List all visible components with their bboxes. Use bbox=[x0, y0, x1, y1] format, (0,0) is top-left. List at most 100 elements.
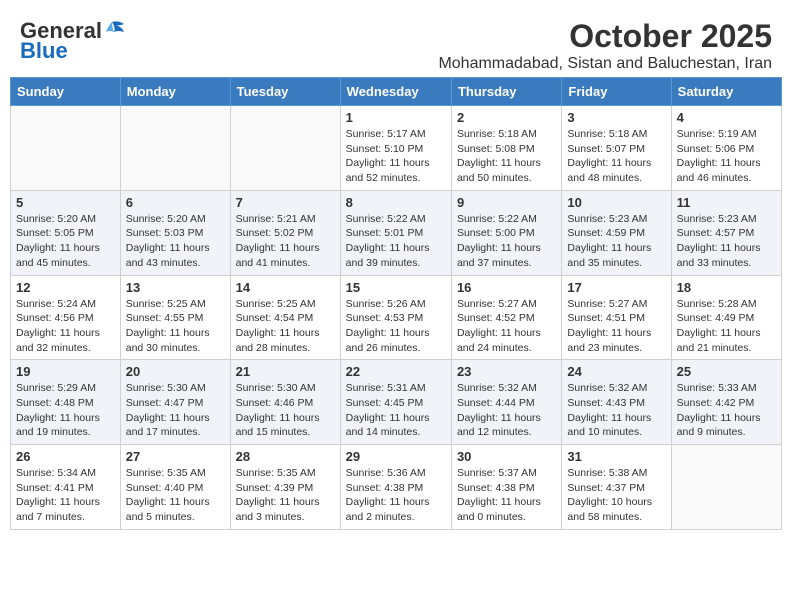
day-number-22: 22 bbox=[346, 364, 446, 379]
day-number-9: 9 bbox=[457, 195, 556, 210]
day-cell-31: 31 Sunrise: 5:38 AM Sunset: 4:37 PM Dayli… bbox=[562, 445, 671, 530]
day-cell-8: 8 Sunrise: 5:22 AM Sunset: 5:01 PM Daylig… bbox=[340, 190, 451, 275]
week-row-2: 5 Sunrise: 5:20 AM Sunset: 5:05 PM Daylig… bbox=[11, 190, 782, 275]
day-cell-21: 21Sunrise: 5:30 AM Sunset: 4:46 PM Dayli… bbox=[230, 360, 340, 445]
day-cell-18: 18 Sunrise: 5:28 AM Sunset: 4:49 PM Dayli… bbox=[671, 275, 781, 360]
day-info-3: Sunrise: 5:18 AM Sunset: 5:07 PM Dayligh… bbox=[567, 127, 665, 186]
day-info-10: Sunrise: 5:23 AM Sunset: 4:59 PM Dayligh… bbox=[567, 212, 665, 271]
day-cell-10: 10 Sunrise: 5:23 AM Sunset: 4:59 PM Dayli… bbox=[562, 190, 671, 275]
day-info-14: Sunrise: 5:25 AM Sunset: 4:54 PM Dayligh… bbox=[236, 297, 335, 356]
day-cell-28: 28 Sunrise: 5:35 AM Sunset: 4:39 PM Dayli… bbox=[230, 445, 340, 530]
day-cell-11: 11 Sunrise: 5:23 AM Sunset: 4:57 PM Dayli… bbox=[671, 190, 781, 275]
day-info-28: Sunrise: 5:35 AM Sunset: 4:39 PM Dayligh… bbox=[236, 466, 335, 525]
empty-cell bbox=[11, 106, 121, 191]
day-cell-22: 22 Sunrise: 5:31 AM Sunset: 4:45 PM Dayli… bbox=[340, 360, 451, 445]
day-cell-14: 14 Sunrise: 5:25 AM Sunset: 4:54 PM Dayli… bbox=[230, 275, 340, 360]
day-cell-24: 24 Sunrise: 5:32 AM Sunset: 4:43 PM Dayli… bbox=[562, 360, 671, 445]
weekday-header-tuesday: Tuesday bbox=[230, 78, 340, 106]
day-info-26: Sunrise: 5:34 AM Sunset: 4:41 PM Dayligh… bbox=[16, 466, 115, 525]
day-info-5: Sunrise: 5:20 AM Sunset: 5:05 PM Dayligh… bbox=[16, 212, 115, 271]
day-number-11: 11 bbox=[677, 195, 776, 210]
calendar-table: SundayMondayTuesdayWednesdayThursdayFrid… bbox=[10, 77, 782, 530]
day-cell-16: 16 Sunrise: 5:27 AM Sunset: 4:52 PM Dayli… bbox=[451, 275, 561, 360]
day-info-20: Sunrise: 5:30 AM Sunset: 4:47 PM Dayligh… bbox=[126, 381, 225, 440]
day-number-16: 16 bbox=[457, 280, 556, 295]
day-number-1: 1 bbox=[346, 110, 446, 125]
empty-cell bbox=[120, 106, 230, 191]
month-title: October 2025 bbox=[438, 18, 772, 55]
day-number-20: 20 bbox=[126, 364, 225, 379]
day-number-4: 4 bbox=[677, 110, 776, 125]
day-info-16: Sunrise: 5:27 AM Sunset: 4:52 PM Dayligh… bbox=[457, 297, 556, 356]
day-cell-25: 25 Sunrise: 5:33 AM Sunset: 4:42 PM Dayli… bbox=[671, 360, 781, 445]
day-info-12: Sunrise: 5:24 AM Sunset: 4:56 PM Dayligh… bbox=[16, 297, 115, 356]
weekday-header-thursday: Thursday bbox=[451, 78, 561, 106]
day-info-23: Sunrise: 5:32 AM Sunset: 4:44 PM Dayligh… bbox=[457, 381, 556, 440]
day-number-31: 31 bbox=[567, 449, 665, 464]
day-cell-12: 12 Sunrise: 5:24 AM Sunset: 4:56 PM Dayli… bbox=[11, 275, 121, 360]
day-number-25: 25 bbox=[677, 364, 776, 379]
day-info-22: Sunrise: 5:31 AM Sunset: 4:45 PM Dayligh… bbox=[346, 381, 446, 440]
day-cell-9: 9Sunrise: 5:22 AM Sunset: 5:00 PM Daylig… bbox=[451, 190, 561, 275]
week-row-4: 19 Sunrise: 5:29 AM Sunset: 4:48 PM Dayli… bbox=[11, 360, 782, 445]
day-number-14: 14 bbox=[236, 280, 335, 295]
weekday-header-saturday: Saturday bbox=[671, 78, 781, 106]
day-cell-15: 15 Sunrise: 5:26 AM Sunset: 4:53 PM Dayli… bbox=[340, 275, 451, 360]
day-cell-2: 2 Sunrise: 5:18 AM Sunset: 5:08 PM Daylig… bbox=[451, 106, 561, 191]
day-info-7: Sunrise: 5:21 AM Sunset: 5:02 PM Dayligh… bbox=[236, 212, 335, 271]
day-number-28: 28 bbox=[236, 449, 335, 464]
weekday-header-wednesday: Wednesday bbox=[340, 78, 451, 106]
empty-cell bbox=[230, 106, 340, 191]
day-cell-5: 5 Sunrise: 5:20 AM Sunset: 5:05 PM Daylig… bbox=[11, 190, 121, 275]
day-info-31: Sunrise: 5:38 AM Sunset: 4:37 PM Dayligh… bbox=[567, 466, 665, 525]
day-info-24: Sunrise: 5:32 AM Sunset: 4:43 PM Dayligh… bbox=[567, 381, 665, 440]
weekday-header-friday: Friday bbox=[562, 78, 671, 106]
day-number-21: 21 bbox=[236, 364, 335, 379]
day-info-11: Sunrise: 5:23 AM Sunset: 4:57 PM Dayligh… bbox=[677, 212, 776, 271]
logo: General Blue bbox=[20, 18, 126, 64]
day-info-29: Sunrise: 5:36 AM Sunset: 4:38 PM Dayligh… bbox=[346, 466, 446, 525]
week-row-1: 1 Sunrise: 5:17 AM Sunset: 5:10 PM Daylig… bbox=[11, 106, 782, 191]
location-subtitle: Mohammadabad, Sistan and Baluchestan, Ir… bbox=[438, 55, 772, 73]
day-info-25: Sunrise: 5:33 AM Sunset: 4:42 PM Dayligh… bbox=[677, 381, 776, 440]
day-number-18: 18 bbox=[677, 280, 776, 295]
day-info-1: Sunrise: 5:17 AM Sunset: 5:10 PM Dayligh… bbox=[346, 127, 446, 186]
week-row-3: 12 Sunrise: 5:24 AM Sunset: 4:56 PM Dayli… bbox=[11, 275, 782, 360]
day-info-17: Sunrise: 5:27 AM Sunset: 4:51 PM Dayligh… bbox=[567, 297, 665, 356]
day-number-13: 13 bbox=[126, 280, 225, 295]
day-cell-17: 17Sunrise: 5:27 AM Sunset: 4:51 PM Dayli… bbox=[562, 275, 671, 360]
day-number-19: 19 bbox=[16, 364, 115, 379]
day-info-18: Sunrise: 5:28 AM Sunset: 4:49 PM Dayligh… bbox=[677, 297, 776, 356]
day-number-15: 15 bbox=[346, 280, 446, 295]
day-cell-7: 7 Sunrise: 5:21 AM Sunset: 5:02 PM Daylig… bbox=[230, 190, 340, 275]
day-info-15: Sunrise: 5:26 AM Sunset: 4:53 PM Dayligh… bbox=[346, 297, 446, 356]
day-cell-20: 20 Sunrise: 5:30 AM Sunset: 4:47 PM Dayli… bbox=[120, 360, 230, 445]
day-number-10: 10 bbox=[567, 195, 665, 210]
day-number-3: 3 bbox=[567, 110, 665, 125]
day-cell-23: 23Sunrise: 5:32 AM Sunset: 4:44 PM Dayli… bbox=[451, 360, 561, 445]
day-cell-13: 13Sunrise: 5:25 AM Sunset: 4:55 PM Dayli… bbox=[120, 275, 230, 360]
day-number-7: 7 bbox=[236, 195, 335, 210]
day-cell-26: 26 Sunrise: 5:34 AM Sunset: 4:41 PM Dayli… bbox=[11, 445, 121, 530]
day-number-27: 27 bbox=[126, 449, 225, 464]
day-number-24: 24 bbox=[567, 364, 665, 379]
day-number-5: 5 bbox=[16, 195, 115, 210]
title-section: October 2025 Mohammadabad, Sistan and Ba… bbox=[438, 18, 772, 73]
day-number-29: 29 bbox=[346, 449, 446, 464]
day-info-19: Sunrise: 5:29 AM Sunset: 4:48 PM Dayligh… bbox=[16, 381, 115, 440]
day-number-12: 12 bbox=[16, 280, 115, 295]
day-info-2: Sunrise: 5:18 AM Sunset: 5:08 PM Dayligh… bbox=[457, 127, 556, 186]
logo-bird-icon bbox=[104, 20, 126, 38]
day-info-27: Sunrise: 5:35 AM Sunset: 4:40 PM Dayligh… bbox=[126, 466, 225, 525]
day-number-26: 26 bbox=[16, 449, 115, 464]
day-info-8: Sunrise: 5:22 AM Sunset: 5:01 PM Dayligh… bbox=[346, 212, 446, 271]
week-row-5: 26 Sunrise: 5:34 AM Sunset: 4:41 PM Dayli… bbox=[11, 445, 782, 530]
day-cell-1: 1 Sunrise: 5:17 AM Sunset: 5:10 PM Daylig… bbox=[340, 106, 451, 191]
day-info-4: Sunrise: 5:19 AM Sunset: 5:06 PM Dayligh… bbox=[677, 127, 776, 186]
weekday-header-monday: Monday bbox=[120, 78, 230, 106]
weekday-header-row: SundayMondayTuesdayWednesdayThursdayFrid… bbox=[11, 78, 782, 106]
empty-cell bbox=[671, 445, 781, 530]
day-number-8: 8 bbox=[346, 195, 446, 210]
day-cell-19: 19 Sunrise: 5:29 AM Sunset: 4:48 PM Dayli… bbox=[11, 360, 121, 445]
day-number-2: 2 bbox=[457, 110, 556, 125]
